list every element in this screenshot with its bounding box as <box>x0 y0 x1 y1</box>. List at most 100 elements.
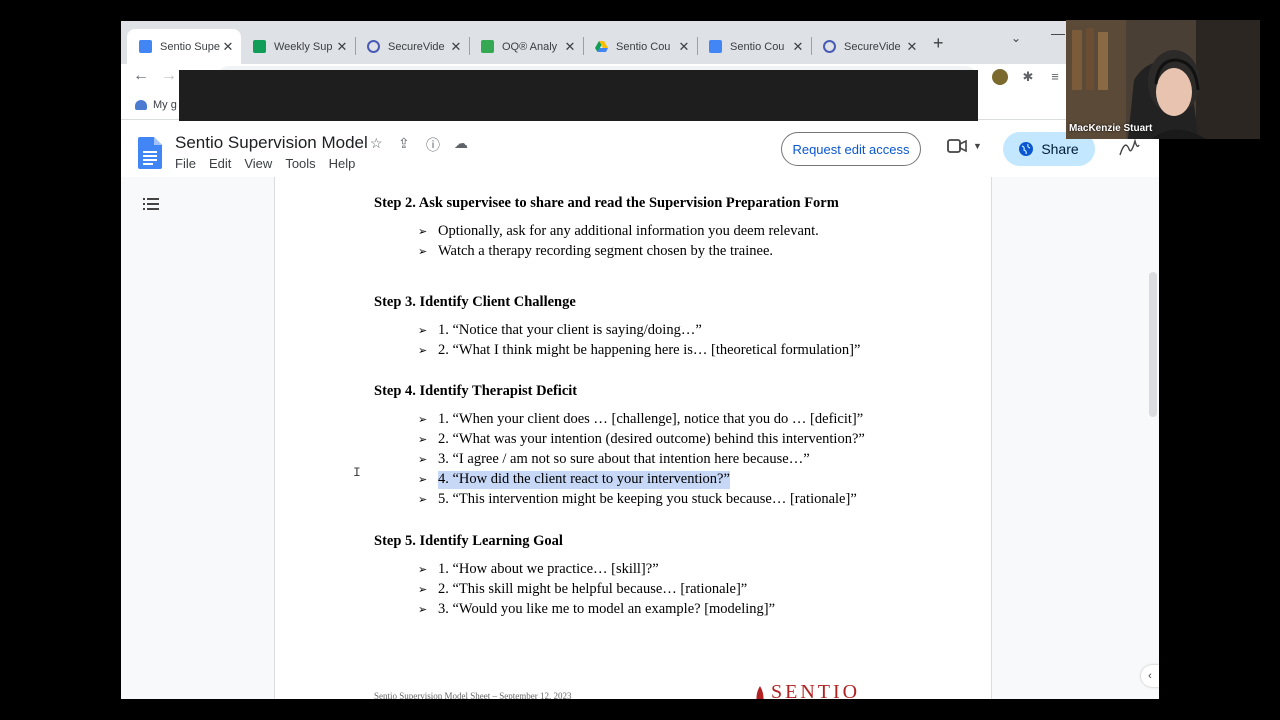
tab-title: SecureVide <box>844 40 901 53</box>
arrow-bullet-icon: ➢ <box>418 564 428 576</box>
request-edit-access-button[interactable]: Request edit access <box>781 132 921 166</box>
step-3-heading: Step 3. Identify Client Challenge <box>374 294 576 310</box>
list-item: ➢ Watch a therapy recording segment chose… <box>418 243 774 259</box>
tab-weekly-supervision[interactable]: Weekly Sup ✕ <box>241 29 355 64</box>
share-label: Share <box>1041 141 1079 157</box>
document-page[interactable]: Step 2. Ask supervisee to share and read… <box>274 177 992 699</box>
new-tab-button[interactable]: + <box>933 33 944 54</box>
menu-tools[interactable]: Tools <box>285 156 315 171</box>
close-icon[interactable]: ✕ <box>905 39 919 55</box>
arrow-bullet-icon: ➢ <box>418 584 428 596</box>
list-item: ➢ 3. “Would you like me to model an examp… <box>418 601 776 617</box>
menu-bar: File Edit View Tools Help <box>175 156 368 171</box>
close-icon[interactable]: ✕ <box>563 39 577 55</box>
forward-arrow-icon[interactable]: → <box>161 67 177 85</box>
step-2-heading: Step 2. Ask supervisee to share and read… <box>374 195 839 211</box>
tab-oq-analyst[interactable]: OQ® Analy ✕ <box>469 29 583 64</box>
list-item: ➢ 2. “What was your intention (desired ou… <box>418 431 865 447</box>
tab-sentio-counseling-drive[interactable]: Sentio Cou ✕ <box>583 29 697 64</box>
tab-sentio-supervision[interactable]: Sentio Supe ✕ <box>127 29 241 64</box>
securevideo-icon <box>823 40 836 53</box>
google-docs-icon <box>709 40 722 53</box>
arrow-bullet-icon: ➢ <box>418 226 428 238</box>
extension-icon[interactable] <box>992 69 1008 85</box>
cloud-status-icon[interactable]: ☁ <box>454 135 468 152</box>
step-4-heading: Step 4. Identify Therapist Deficit <box>374 383 578 399</box>
list-item: ➢ 3. “I agree / am not so sure about that… <box>418 451 810 467</box>
back-arrow-icon[interactable]: ← <box>133 67 149 85</box>
selected-text: 4. “How did the client react to your int… <box>438 471 730 489</box>
people-icon <box>135 100 147 110</box>
puzzle-extensions-icon[interactable]: ✱ <box>1020 69 1036 85</box>
media-queue-icon[interactable]: ≡ <box>1047 69 1063 85</box>
document-outline-icon[interactable] <box>143 196 159 212</box>
securevideo-icon <box>367 40 380 53</box>
participant-video <box>1066 20 1260 139</box>
list-item: ➢ 2. “What I think might be happening her… <box>418 342 861 358</box>
minimize-icon[interactable]: — <box>1051 25 1065 41</box>
menu-edit[interactable]: Edit <box>209 156 231 171</box>
list-item: ➢ 1. “How about we practice… [skill]?” <box>418 561 659 577</box>
google-drive-icon <box>595 40 608 53</box>
participant-name: MacKenzie Stuart <box>1069 123 1153 134</box>
globe-icon <box>1019 142 1034 156</box>
arrow-bullet-icon: ➢ <box>418 325 428 337</box>
list-item: ➢ 5. “This intervention might be keeping … <box>418 491 857 507</box>
video-camera-icon <box>947 139 967 153</box>
tab-title: OQ® Analy <box>502 40 558 53</box>
menu-file[interactable]: File <box>175 156 196 171</box>
document-title[interactable]: Sentio Supervision Model <box>175 133 368 153</box>
info-icon[interactable]: ⓘ <box>426 135 440 155</box>
tab-title: Sentio Cou <box>616 40 671 53</box>
list-item-selected: ➢ 4. “How did the client react to your in… <box>418 471 730 489</box>
list-item: ➢ Optionally, ask for any additional info… <box>418 223 819 239</box>
scrollbar-thumb[interactable] <box>1149 272 1157 417</box>
menu-view[interactable]: View <box>244 156 272 171</box>
arrow-bullet-icon: ➢ <box>418 414 428 426</box>
browser-window: Sentio Supe ✕ Weekly Sup ✕ SecureVide ✕ … <box>121 21 1159 699</box>
tab-title: Weekly Sup <box>274 40 333 53</box>
document-area: Step 2. Ask supervisee to share and read… <box>121 177 1159 699</box>
close-icon[interactable]: ✕ <box>449 39 463 55</box>
tab-securevideo-2[interactable]: SecureVide ✕ <box>811 29 925 64</box>
close-icon[interactable]: ✕ <box>335 39 349 55</box>
webcam-overlay: MacKenzie Stuart <box>1066 20 1260 139</box>
oq-analyst-icon <box>481 40 494 53</box>
bookmark-label: My g <box>153 99 177 111</box>
close-icon[interactable]: ✕ <box>677 39 691 55</box>
arrow-bullet-icon: ➢ <box>418 604 428 616</box>
tab-title: Sentio Supe <box>160 40 220 53</box>
close-icon[interactable]: ✕ <box>221 39 235 55</box>
page-footer: Sentio Supervision Model Sheet – Septemb… <box>374 691 572 699</box>
step-5-heading: Step 5. Identify Learning Goal <box>374 533 563 549</box>
meet-call-button[interactable]: ▼ <box>947 139 982 153</box>
menu-help[interactable]: Help <box>329 156 356 171</box>
tab-securevideo[interactable]: SecureVide ✕ <box>355 29 469 64</box>
move-to-folder-icon[interactable]: ⇪ <box>398 135 410 152</box>
bookmark-item[interactable]: My g <box>135 99 177 111</box>
arrow-bullet-icon: ➢ <box>418 454 428 466</box>
list-item: ➢ 2. “This skill might be helpful because… <box>418 581 748 597</box>
arrow-bullet-icon: ➢ <box>418 494 428 506</box>
google-sheets-icon <box>253 40 266 53</box>
sentio-logo: SENTIO <box>753 681 860 699</box>
docs-header: Sentio Supervision Model ☆ ⇪ ⓘ ☁ File Ed… <box>121 121 1159 177</box>
text-cursor-icon: I <box>353 465 361 480</box>
arrow-bullet-icon: ➢ <box>418 246 428 258</box>
google-docs-icon <box>139 40 152 53</box>
arrow-bullet-icon: ➢ <box>418 345 428 357</box>
star-icon[interactable]: ☆ <box>370 135 383 152</box>
arrow-bullet-icon: ➢ <box>418 474 428 486</box>
side-panel-collapse-button[interactable]: ‹ <box>1141 665 1159 687</box>
flame-logo-icon <box>756 686 764 699</box>
tab-search-chevron-icon[interactable]: ⌄ <box>1011 31 1021 45</box>
tab-title: Sentio Cou <box>730 40 785 53</box>
tab-sentio-counseling-doc[interactable]: Sentio Cou ✕ <box>697 29 811 64</box>
chevron-down-icon: ▼ <box>973 141 982 151</box>
close-icon[interactable]: ✕ <box>791 39 805 55</box>
list-item: ➢ 1. “Notice that your client is saying/d… <box>418 322 702 338</box>
tab-title: SecureVide <box>388 40 445 53</box>
screen: Sentio Supe ✕ Weekly Sup ✕ SecureVide ✕ … <box>0 0 1280 720</box>
arrow-bullet-icon: ➢ <box>418 434 428 446</box>
google-docs-logo-icon[interactable] <box>138 137 162 169</box>
